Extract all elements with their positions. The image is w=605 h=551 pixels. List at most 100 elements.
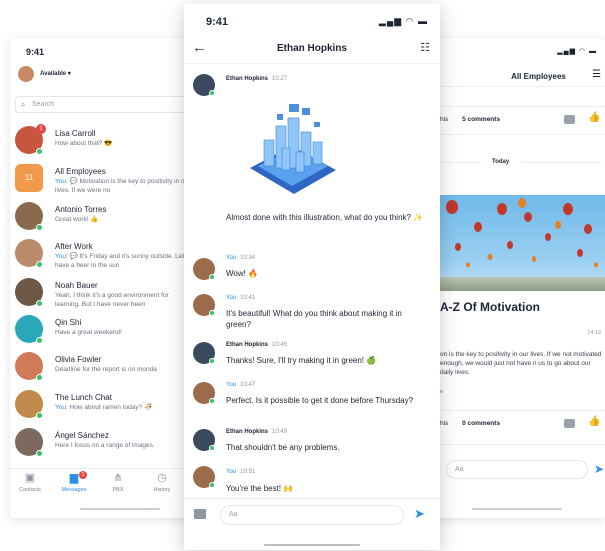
post-title: A-Z Of Motivation — [440, 300, 540, 314]
messages-unread-badge: 1 — [79, 471, 87, 479]
message-time: 10:27 — [272, 76, 288, 82]
home-indicator — [80, 508, 160, 510]
message-meta: You 10:51 — [226, 469, 255, 475]
nav-messages[interactable]: ▆ 1 Messages — [56, 471, 92, 493]
nav-history[interactable]: ◷ History — [144, 472, 180, 493]
chat-header: ← Ethan Hopkins ☷ — [184, 34, 440, 64]
search-placeholder: Search — [32, 101, 55, 108]
chat-settings-icon[interactable]: ☷ — [420, 41, 430, 54]
like-icon[interactable]: 👍 — [588, 112, 600, 123]
send-icon[interactable]: ➤ — [414, 506, 425, 522]
post-1-footer: his 5 comments — [440, 116, 500, 123]
message-text: That shouldn't be any problems. — [226, 443, 340, 452]
online-status-dot — [209, 358, 215, 364]
conversation-name: Qin Shi — [55, 318, 82, 327]
online-status-dot — [36, 412, 43, 419]
conversation-row[interactable]: After Work You: 💬 It's Friday and it's su… — [10, 237, 196, 274]
nav-contacts-label: Contacts — [19, 487, 41, 493]
history-icon: ◷ — [157, 472, 167, 484]
message-text: Perfect. Is it possible to get it done b… — [226, 396, 414, 405]
post-2-bottom-divider — [432, 444, 605, 445]
conversation-preview: You: 💬 It's Friday and it's sunny outsid… — [55, 252, 195, 270]
conversation-name: After Work — [55, 242, 93, 251]
nav-messages-label: Messages — [61, 487, 87, 493]
shared-illustration-image[interactable] — [240, 96, 344, 200]
nav-history-label: History — [153, 487, 171, 493]
read-more-link[interactable]: e — [440, 389, 443, 395]
conversation-row[interactable]: Qin Shi Have a great weekend! — [10, 313, 196, 350]
post-1-label: his — [440, 116, 449, 123]
message-input[interactable]: Aa — [446, 460, 588, 479]
online-status-dot — [209, 398, 215, 404]
post-2-divider — [432, 410, 605, 411]
contacts-icon: ▣ — [24, 472, 36, 484]
send-icon[interactable]: ➤ — [594, 462, 604, 476]
conversation-name: Noah Bauer — [55, 281, 98, 290]
online-status-dot — [36, 337, 43, 344]
message-time: 10:34 — [240, 255, 256, 261]
preview-text: Yeah, I think it's a good environment fo… — [55, 292, 169, 308]
online-status-dot — [209, 310, 215, 316]
message-time: 10:41 — [240, 295, 256, 301]
message-text: Almost done with this illustration, what… — [226, 213, 424, 222]
conversation-preview: Have a great weekend! — [55, 328, 195, 337]
you-prefix: You: — [55, 404, 70, 411]
nav-pbx[interactable]: ⋔ PBX — [100, 472, 136, 493]
home-indicator-right — [472, 508, 562, 510]
message-sender: You — [226, 295, 237, 301]
status-bar-icons-center: ▂▄▆ ◠ ▬ — [378, 16, 428, 26]
nav-contacts[interactable]: ▣ Contacts — [12, 472, 48, 493]
unread-badge: 1 — [36, 124, 46, 134]
online-status-dot — [36, 224, 43, 231]
search-icon: ⌕ — [21, 100, 26, 109]
post-image-balloons[interactable] — [438, 195, 605, 291]
nav-pbx-label: PBX — [112, 487, 124, 493]
preview-text: 💬 Motivation is the key to positivity in… — [55, 178, 191, 194]
conversation-row[interactable]: Noah Bauer Yeah, I think it's a good envi… — [10, 276, 196, 313]
like-icon-2[interactable]: 👍 — [588, 416, 600, 427]
online-status-dot — [36, 261, 43, 268]
chat-input-bar: Aa ➤ — [184, 498, 440, 532]
conversation-preview: How about that? 😎 — [55, 139, 195, 148]
conversation-row[interactable]: Lisa Carroll How about that? 😎 1 — [10, 124, 196, 161]
availability-status-dropdown[interactable]: Available ▾ — [40, 70, 71, 77]
conversation-name: Lisa Carroll — [55, 129, 96, 138]
message-text: Thanks! Sure, I'll try making it in gree… — [226, 356, 377, 365]
message-time: 10:47 — [240, 382, 256, 388]
conversation-row[interactable]: Ángel Sánchez Here I focus on a range of … — [10, 426, 196, 463]
status-bar-time-center: 9:41 — [206, 16, 229, 28]
message-text: You're the best! 🙌 — [226, 484, 294, 493]
chat-message-input[interactable]: Aa — [220, 505, 404, 525]
post-image-ground — [438, 277, 605, 291]
comment-icon[interactable] — [564, 115, 575, 124]
message-text: Wow! 🔥 — [226, 269, 259, 278]
conversation-name: Ángel Sánchez — [55, 431, 109, 440]
online-status-dot — [36, 300, 43, 307]
message-sender: Ethan Hopkins — [226, 76, 269, 82]
post-1-comments-link[interactable]: 5 comments — [462, 116, 500, 123]
channel-phone-screen: ▂▄▆ ◠ ▬ All Employees ☰ his 5 comments 👍… — [432, 38, 605, 518]
preview-text: Deadline for the report is on monda — [55, 366, 157, 373]
post-2-footer: his 0 comments — [440, 420, 500, 427]
conversation-row[interactable]: Olivia Fowler Deadline for the report is … — [10, 350, 196, 387]
message-text: It's beautiful! What do you think about … — [226, 309, 402, 329]
online-status-dot — [209, 90, 215, 96]
image-attach-icon[interactable] — [194, 509, 206, 519]
conversation-row[interactable]: 11 All Employees You: 💬 Motivation is the … — [10, 162, 196, 199]
comment-icon-2[interactable] — [564, 419, 575, 428]
message-meta: You 10:41 — [226, 295, 255, 301]
filter-icon[interactable]: ☰ — [592, 69, 601, 80]
conversation-row[interactable]: Antonio Torres Great work! 👍 — [10, 200, 196, 237]
preview-text: How about that? 😎 — [55, 140, 113, 147]
header-divider — [432, 86, 605, 87]
search-input[interactable]: ⌕ Search — [15, 96, 196, 113]
online-status-dot — [209, 445, 215, 451]
post-top-divider — [432, 106, 605, 107]
post-2-comments-link[interactable]: 0 comments — [462, 420, 500, 427]
message-sender: Ethan Hopkins — [226, 429, 269, 435]
conversation-row[interactable]: The Lunch Chat You: How about ramen today… — [10, 388, 196, 425]
message-time: 10:45 — [272, 342, 288, 348]
message-meta: Ethan Hopkins 10:49 — [226, 429, 287, 435]
conversation-name: All Employees — [55, 167, 106, 176]
my-avatar[interactable] — [18, 66, 34, 82]
